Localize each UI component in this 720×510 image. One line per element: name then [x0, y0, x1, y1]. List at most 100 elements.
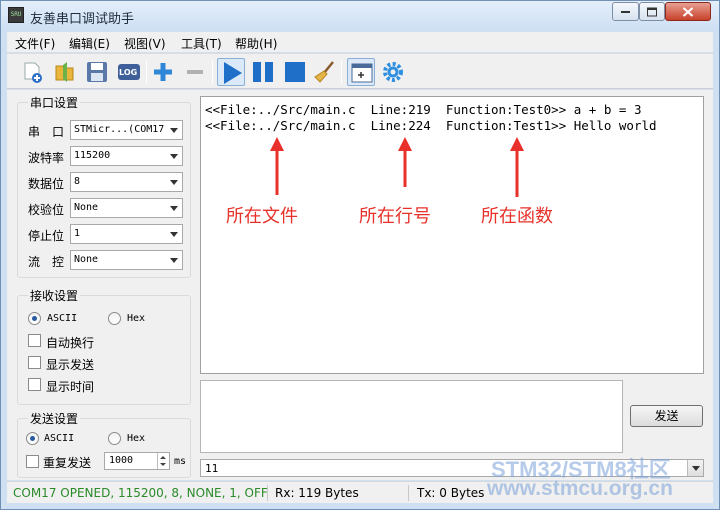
interval-value: 1000 — [109, 455, 134, 466]
port-label: 串 口 — [28, 125, 65, 139]
repeat-send-label: 重复发送 — [43, 456, 92, 470]
app-window: SRU 友善串口调试助手 文件(F) 编辑(E) 视图(V) 工具(T) 帮助(… — [0, 0, 720, 510]
toolbar-separator — [146, 60, 147, 84]
pause-icon — [253, 62, 273, 82]
show-time-checkbox[interactable] — [28, 378, 41, 391]
status-separator — [408, 485, 409, 501]
serial-settings-title: 串口设置 — [28, 94, 81, 111]
stepper-up-icon[interactable] — [160, 456, 166, 459]
send-hex-label: Hex — [127, 433, 146, 444]
maximize-icon — [647, 7, 657, 16]
toolbar: LOG — [7, 53, 713, 89]
repeat-send-checkbox[interactable] — [26, 455, 39, 468]
show-time-label: 显示时间 — [46, 380, 95, 394]
flowctrl-label: 流 控 — [28, 255, 65, 269]
remove-button[interactable] — [181, 58, 209, 86]
auto-wrap-checkbox[interactable] — [28, 334, 41, 347]
port-select[interactable]: STMicr...(COM17 — [70, 120, 183, 140]
broom-icon — [314, 61, 334, 83]
save-button[interactable] — [83, 58, 111, 86]
serial-settings-panel: 串口设置 串 口 STMicr...(COM17 波特率 115200 数据位 … — [17, 94, 191, 278]
save-icon — [87, 62, 107, 82]
play-icon — [224, 62, 242, 84]
parity-select[interactable]: None — [70, 198, 183, 218]
log-button[interactable]: LOG — [115, 58, 143, 86]
main-body: 串口设置 串 口 STMicr...(COM17 波特率 115200 数据位 … — [7, 90, 713, 480]
stopbits-value: 1 — [74, 228, 81, 239]
receive-settings-title: 接收设置 — [28, 287, 81, 304]
log-label: LOG — [119, 68, 138, 77]
annotation-function: 所在函数 — [481, 206, 553, 227]
stepper-buttons[interactable] — [157, 453, 169, 469]
databits-select[interactable]: 8 — [70, 172, 183, 192]
show-send-label: 显示发送 — [46, 358, 95, 372]
send-textarea[interactable] — [200, 380, 623, 453]
open-folder-icon — [55, 62, 74, 82]
maximize-button[interactable] — [639, 2, 665, 21]
new-window-button[interactable] — [347, 58, 375, 86]
baud-label: 波特率 — [28, 151, 65, 165]
menu-edit[interactable]: 编辑(E) — [69, 35, 110, 52]
baud-select[interactable]: 115200 — [70, 146, 183, 166]
stop-icon — [285, 62, 305, 82]
tx-count: Tx: 0 Bytes — [417, 486, 485, 500]
start-button[interactable] — [217, 58, 245, 86]
menu-help[interactable]: 帮助(H) — [235, 35, 277, 52]
clear-button[interactable] — [311, 58, 339, 86]
chevron-down-icon — [170, 206, 178, 211]
baud-value: 115200 — [74, 150, 111, 161]
send-ascii-label: ASCII — [44, 433, 75, 444]
window-title: 友善串口调试助手 — [30, 12, 135, 27]
connection-status: COM17 OPENED, 115200, 8, NONE, 1, OFF — [13, 486, 268, 500]
send-hex-radio[interactable] — [108, 432, 121, 445]
stopbits-select[interactable]: 1 — [70, 224, 183, 244]
chevron-down-icon — [170, 128, 178, 133]
watermark-url: www.stmcu.org.cn — [487, 477, 673, 500]
window-add-icon — [351, 63, 373, 83]
add-button[interactable] — [149, 58, 177, 86]
recv-hex-radio[interactable] — [108, 312, 121, 325]
rx-count: Rx: 119 Bytes — [275, 486, 359, 500]
recv-ascii-radio[interactable] — [28, 312, 41, 325]
title-bar[interactable]: SRU 友善串口调试助手 — [1, 1, 719, 31]
flowctrl-value: None — [74, 254, 99, 265]
pause-button[interactable] — [249, 58, 277, 86]
chevron-down-icon — [170, 154, 178, 159]
new-button[interactable] — [19, 58, 47, 86]
menu-bar: 文件(F) 编辑(E) 视图(V) 工具(T) 帮助(H) — [7, 32, 713, 52]
receive-area[interactable]: <<File:../Src/main.c Line:219 Function:T… — [200, 96, 704, 374]
flowctrl-select[interactable]: None — [70, 250, 183, 270]
log-line: <<File:../Src/main.c Line:219 Function:T… — [205, 102, 642, 117]
log-line: <<File:../Src/main.c Line:224 Function:T… — [205, 118, 657, 133]
toolbar-separator — [341, 60, 342, 84]
send-settings-title: 发送设置 — [28, 410, 81, 427]
auto-wrap-label: 自动换行 — [46, 336, 95, 350]
gear-icon — [383, 62, 403, 82]
stepper-down-icon[interactable] — [160, 463, 166, 466]
send-ascii-radio[interactable] — [26, 432, 39, 445]
menu-tools[interactable]: 工具(T) — [181, 35, 222, 52]
minimize-button[interactable] — [612, 2, 639, 21]
annotation-file: 所在文件 — [226, 206, 298, 227]
stop-button[interactable] — [281, 58, 309, 86]
close-button[interactable] — [665, 2, 711, 21]
chevron-down-icon — [170, 232, 178, 237]
annotation-line: 所在行号 — [359, 206, 431, 227]
menu-file[interactable]: 文件(F) — [15, 35, 55, 52]
interval-stepper[interactable]: 1000 — [104, 452, 170, 470]
databits-value: 8 — [74, 176, 81, 187]
remove-icon — [187, 70, 203, 74]
show-send-checkbox[interactable] — [28, 356, 41, 369]
app-icon: SRU — [8, 7, 24, 23]
receive-settings-panel: 接收设置 ASCII Hex 自动换行 显示发送 显示时间 — [17, 287, 191, 405]
settings-button[interactable] — [379, 58, 407, 86]
annotation-arrow — [270, 137, 284, 195]
send-settings-panel: 发送设置 ASCII Hex 重复发送 1000 ms — [17, 410, 191, 478]
send-button[interactable]: 发送 — [630, 405, 703, 427]
menu-view[interactable]: 视图(V) — [124, 35, 166, 52]
chevron-down-icon[interactable] — [687, 460, 703, 476]
annotation-arrow — [398, 137, 412, 187]
toolbar-separator — [212, 60, 213, 84]
open-button[interactable] — [51, 58, 79, 86]
chevron-down-icon — [170, 258, 178, 263]
